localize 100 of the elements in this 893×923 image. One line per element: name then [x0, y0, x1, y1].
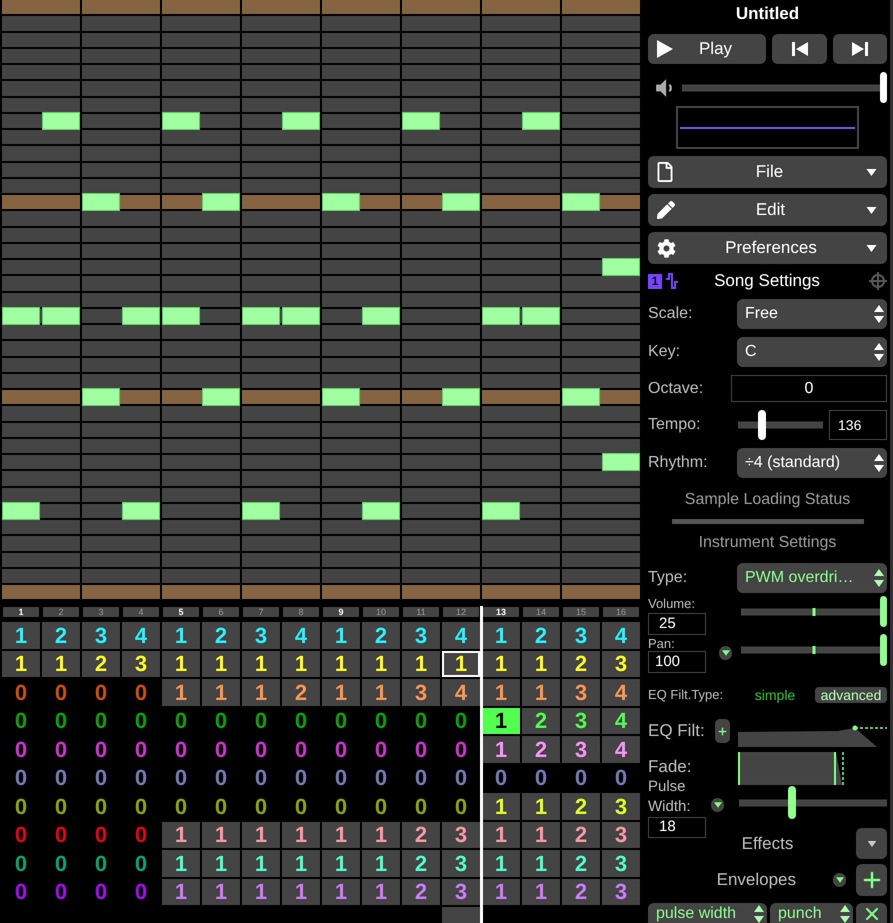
slider-thumb[interactable] — [880, 596, 887, 627]
pattern-cell[interactable]: 1 — [482, 878, 520, 906]
pattern-cell[interactable]: 3 — [122, 650, 160, 678]
pattern-cell[interactable]: 1 — [522, 878, 560, 906]
pattern-cell[interactable]: 1 — [162, 679, 200, 706]
pattern-cell[interactable]: 0 — [242, 764, 280, 792]
pattern-cell[interactable]: 0 — [122, 850, 160, 877]
pattern-cell[interactable]: 0 — [242, 793, 280, 820]
pattern-cell[interactable]: 4 — [602, 679, 640, 706]
slider-thumb[interactable] — [788, 786, 796, 819]
pattern-cell[interactable]: 0 — [122, 793, 160, 820]
pattern-cell[interactable]: 3 — [562, 736, 600, 763]
pattern-cell[interactable]: 0 — [402, 708, 440, 734]
slider-thumb[interactable] — [880, 634, 887, 666]
pattern-cell[interactable]: 0 — [42, 708, 80, 734]
pattern-cell[interactable]: 1 — [162, 878, 200, 906]
pattern-cell[interactable]: 4 — [282, 622, 320, 649]
pattern-cell[interactable]: 3 — [602, 850, 640, 877]
pattern-cell[interactable]: 1 — [242, 650, 280, 678]
pattern-cell[interactable]: 2 — [202, 622, 240, 649]
pattern-cell[interactable]: 0 — [42, 878, 80, 906]
pattern-cell[interactable]: 1 — [2, 622, 40, 649]
pattern-cell[interactable]: 3 — [402, 679, 440, 706]
previous-button[interactable] — [772, 34, 827, 64]
pattern-cell[interactable]: 3 — [602, 878, 640, 906]
note-block[interactable] — [2, 306, 40, 325]
pattern-cell[interactable]: 0 — [202, 793, 240, 820]
note-block[interactable] — [82, 193, 120, 212]
pattern-cell[interactable]: 0 — [82, 878, 120, 906]
pattern-cell[interactable]: 0 — [82, 850, 120, 877]
pattern-cell[interactable]: 0 — [362, 708, 400, 734]
pattern-cell[interactable]: 1 — [482, 622, 520, 649]
pattern-cell[interactable]: 0 — [522, 764, 560, 792]
bar-number[interactable]: 12 — [443, 607, 479, 618]
pattern-cell[interactable]: 0 — [442, 764, 480, 792]
pattern-cell[interactable]: 0 — [2, 708, 40, 734]
envelope-curve-select[interactable]: punch — [770, 903, 853, 923]
pattern-cell[interactable]: 0 — [122, 822, 160, 848]
slider-thumb[interactable] — [880, 72, 887, 103]
bar-number[interactable]: 14 — [523, 607, 559, 618]
pattern-cell[interactable]: 4 — [602, 736, 640, 763]
note-block[interactable] — [442, 388, 480, 406]
pattern-cell[interactable]: 1 — [322, 679, 360, 706]
pattern-cell[interactable]: 1 — [282, 850, 320, 877]
pattern-cell[interactable]: 2 — [402, 822, 440, 848]
pattern-cell[interactable]: 4 — [122, 622, 160, 649]
pattern-cell[interactable]: 3 — [402, 622, 440, 649]
pattern-cell[interactable]: 1 — [402, 650, 440, 678]
pattern-cell[interactable]: 0 — [402, 793, 440, 820]
pattern-cell[interactable]: 1 — [322, 822, 360, 848]
bar-number[interactable]: 5 — [163, 607, 199, 618]
pattern-cell[interactable]: 3 — [602, 822, 640, 848]
crosshair-icon[interactable] — [869, 272, 887, 290]
note-block[interactable] — [322, 193, 360, 212]
note-block[interactable] — [602, 453, 640, 472]
pattern-cell[interactable]: 3 — [602, 650, 640, 678]
fade-in-marker[interactable] — [738, 752, 740, 785]
note-block[interactable] — [282, 306, 320, 325]
pattern-cell[interactable]: 0 — [122, 764, 160, 792]
volume-slider[interactable] — [682, 72, 887, 103]
tempo-slider[interactable] — [738, 410, 823, 440]
pattern-cell[interactable]: 4 — [602, 708, 640, 734]
pattern-cell[interactable]: 0 — [162, 764, 200, 792]
bar-number[interactable]: 11 — [403, 607, 439, 618]
pattern-cell[interactable]: 0 — [282, 708, 320, 734]
pattern-cell[interactable]: 0 — [2, 764, 40, 792]
pattern-cell[interactable]: 0 — [2, 736, 40, 763]
pattern-cell[interactable]: 1 — [282, 822, 320, 848]
pattern-cell[interactable]: 3 — [82, 622, 120, 649]
pattern-cell[interactable]: 2 — [562, 650, 600, 678]
pattern-cell[interactable]: 1 — [242, 679, 280, 706]
pattern-cell[interactable]: 0 — [362, 736, 400, 763]
pattern-cell[interactable]: 2 — [562, 793, 600, 820]
pattern-cell[interactable]: 0 — [162, 793, 200, 820]
pattern-cell[interactable]: 0 — [202, 708, 240, 734]
note-block[interactable] — [482, 502, 520, 520]
pattern-cell[interactable]: 0 — [122, 708, 160, 734]
pattern-cell[interactable]: 0 — [162, 708, 200, 734]
pattern-cell[interactable]: 2 — [562, 822, 600, 848]
pattern-cell[interactable]: 1 — [322, 850, 360, 877]
pattern-cell[interactable]: 0 — [162, 736, 200, 763]
pattern-cell[interactable]: 4 — [442, 679, 480, 706]
bar-number[interactable]: 4 — [123, 607, 159, 618]
pattern-cell[interactable]: 0 — [2, 679, 40, 706]
pattern-cell[interactable]: 0 — [82, 679, 120, 706]
note-block[interactable] — [122, 306, 160, 325]
pattern-cell[interactable]: 0 — [82, 764, 120, 792]
note-block[interactable] — [402, 112, 440, 130]
filter-type-option[interactable]: simple — [745, 687, 805, 703]
pattern-cell[interactable]: 1 — [202, 822, 240, 848]
pattern-cell[interactable]: 0 — [42, 793, 80, 820]
note-block[interactable] — [522, 306, 560, 325]
number-field[interactable]: 136 — [829, 410, 887, 440]
pattern-cell[interactable]: 0 — [122, 736, 160, 763]
number-field[interactable]: 100 — [648, 651, 706, 673]
pattern-cell[interactable]: 1 — [202, 650, 240, 678]
pattern-cell[interactable]: 1 — [162, 850, 200, 877]
pattern-cell[interactable]: 1 — [482, 793, 520, 820]
remove-envelope-button[interactable] — [856, 903, 887, 923]
pattern-cell[interactable]: 0 — [42, 679, 80, 706]
